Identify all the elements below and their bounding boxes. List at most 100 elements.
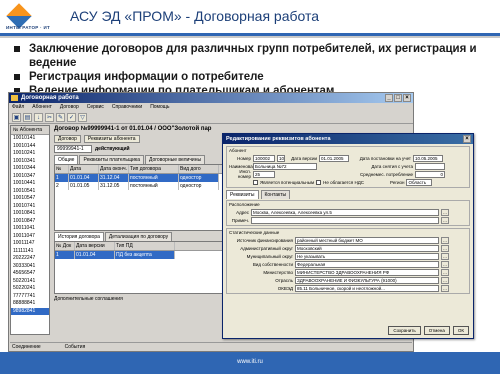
list-item[interactable]: 11111141 (11, 248, 49, 256)
list-item[interactable]: 10010241 (11, 150, 49, 158)
open-icon[interactable]: ▣ (12, 113, 21, 122)
list-item[interactable]: 10011041 (11, 225, 49, 233)
browse-button[interactable]: … (441, 244, 449, 252)
filter-icon[interactable]: ▽ (78, 113, 87, 122)
list-item[interactable]: 10010741 (11, 203, 49, 211)
number-field[interactable]: 100002 (253, 154, 275, 162)
save-button[interactable]: Сохранить (388, 326, 421, 335)
tab-history[interactable]: История договора (54, 232, 104, 241)
list-item[interactable]: 10010347 (11, 173, 49, 181)
potential-checkbox[interactable] (253, 179, 258, 185)
list-item[interactable]: 10010144 (11, 143, 49, 151)
tab-payer-details[interactable]: Реквизиты плательщика (79, 155, 144, 164)
browse-button[interactable]: … (441, 284, 449, 292)
abonent-details-button[interactable]: Реквизиты абонента (83, 135, 140, 143)
stat-field[interactable]: Федеральная (295, 260, 439, 268)
menu-references[interactable]: Справочники (112, 103, 142, 112)
list-item[interactable]: 10010141 (11, 135, 49, 143)
registration-date-field[interactable]: 10.05.2005 (413, 154, 443, 162)
menu-service[interactable]: Сервис (87, 103, 104, 112)
list-item[interactable]: 10011147 (11, 240, 49, 248)
stat-field[interactable]: Не указывать (295, 252, 439, 260)
list-item[interactable]: 10010344 (11, 165, 49, 173)
browse-button[interactable]: … (441, 236, 449, 244)
deregistration-date-field[interactable] (415, 162, 445, 170)
column-header[interactable]: Дата версии (75, 242, 115, 250)
menu-file[interactable]: Файл (12, 103, 24, 112)
region-select[interactable]: Область (406, 178, 433, 186)
list-item[interactable]: 10010547 (11, 195, 49, 203)
column-header[interactable]: № (55, 165, 69, 173)
address-field[interactable]: Москва, Алексеевка, Алексеевка ул.5 (251, 208, 439, 216)
list-item[interactable]: 45656547 (11, 270, 49, 278)
close-button[interactable]: × (403, 94, 411, 102)
browse-button[interactable]: … (441, 268, 449, 276)
list-item[interactable]: 10011047 (11, 233, 49, 241)
list-item[interactable]: 88888841 (11, 300, 49, 308)
list-item[interactable]: 50220141 (11, 278, 49, 286)
cancel-button[interactable]: Отмена (423, 326, 450, 335)
cut-icon[interactable]: ✂ (45, 113, 54, 122)
name-field[interactable]: Больница №72 (253, 162, 317, 170)
tab-contacts[interactable]: Контакты (260, 189, 291, 199)
slide-title: АСУ ЭД «ПРОМ» - Договорная работа (70, 8, 320, 24)
column-header[interactable]: № Док (55, 242, 75, 250)
contract-number-select[interactable]: 99999941-1 (54, 145, 92, 153)
no-vat-checkbox[interactable] (316, 179, 322, 185)
tab-contract-values[interactable]: Договорные величины (145, 155, 206, 164)
tab-general[interactable]: Общие (54, 155, 79, 164)
tab-details[interactable]: Реквизиты (226, 189, 259, 199)
column-header[interactable]: Вид дого (179, 165, 219, 173)
version-date-field[interactable]: 01.01.2005 (319, 154, 349, 162)
menu-contract[interactable]: Договор (60, 103, 79, 112)
minimize-button[interactable]: _ (385, 94, 393, 102)
note-browse-button[interactable]: … (441, 216, 449, 224)
print-icon[interactable]: ▤ (23, 113, 32, 122)
edit-icon[interactable]: ✎ (56, 113, 65, 122)
list-item[interactable]: 10010441 (11, 180, 49, 188)
stat-field[interactable]: районный местный бюджет МО (295, 236, 439, 244)
tab-detail[interactable]: Детализация по договору (104, 232, 173, 241)
stat-field[interactable]: 85.11 Больничное, скорой и неотложной... (295, 284, 439, 292)
download-icon[interactable]: ↓ (34, 113, 43, 122)
browse-button[interactable]: … (441, 276, 449, 284)
browse-button[interactable]: … (441, 252, 449, 260)
list-item[interactable]: 10010847 (11, 218, 49, 226)
list-item[interactable]: 10010541 (11, 188, 49, 196)
bullet-list: Заключение договоров для различных групп… (10, 42, 490, 98)
dialog-close-button[interactable]: × (463, 135, 471, 143)
field-label: Вид собственности (252, 261, 293, 267)
abonent-group: Абонент Номер 100002 10 Дата версии 01.0… (226, 146, 470, 188)
abonent-list-header[interactable]: № Абонента (11, 126, 49, 135)
column-header[interactable]: Дата (69, 165, 99, 173)
stat-field[interactable]: Московский (295, 244, 439, 252)
column-header[interactable]: Тип договора (129, 165, 179, 173)
list-item[interactable]: 50220241 (11, 285, 49, 293)
browse-button[interactable]: … (441, 260, 449, 268)
menu-help[interactable]: Помощь (150, 103, 169, 112)
address-browse-button[interactable]: … (441, 208, 449, 216)
note-field[interactable] (251, 216, 439, 224)
column-header[interactable]: Тип ПД (115, 242, 175, 250)
column-header[interactable]: Дата оконч. (99, 165, 129, 173)
website-link[interactable]: www.iti.ru (0, 359, 500, 365)
menu-abonent[interactable]: Абонент (32, 103, 52, 112)
statistics-group: Статистические данные Источник финансиро… (226, 228, 470, 294)
stat-field[interactable]: МИНИСТЕРСТВО ЗДРАВООХРАНЕНИЯ РФ (295, 268, 439, 276)
maximize-button[interactable]: □ (394, 94, 402, 102)
list-item[interactable]: 10010841 (11, 210, 49, 218)
inspector-number-field[interactable]: 25 (253, 170, 275, 178)
stat-field[interactable]: ЗДРАВООХРАНЕНИЕ И ФИЗКУЛЬТУРА (91000) (295, 276, 439, 284)
toolbar: ▣ ▤ ↓ ✂ ✎ ✓ ▽ (9, 112, 413, 124)
field-label: Министерство (263, 269, 293, 275)
list-item[interactable]: 10010341 (11, 158, 49, 166)
list-item[interactable]: 30333041 (11, 263, 49, 271)
check-icon[interactable]: ✓ (67, 113, 76, 122)
ok-button[interactable]: ОК (452, 326, 469, 335)
list-item[interactable]: 77777741 (11, 293, 49, 301)
code-field[interactable]: 10 (277, 154, 285, 162)
avg-consumption-field[interactable]: 0 (415, 170, 445, 178)
contract-button[interactable]: Договор (54, 135, 81, 143)
list-item[interactable]: 20222247 (11, 255, 49, 263)
list-item[interactable]: 98982841 (11, 307, 49, 315)
